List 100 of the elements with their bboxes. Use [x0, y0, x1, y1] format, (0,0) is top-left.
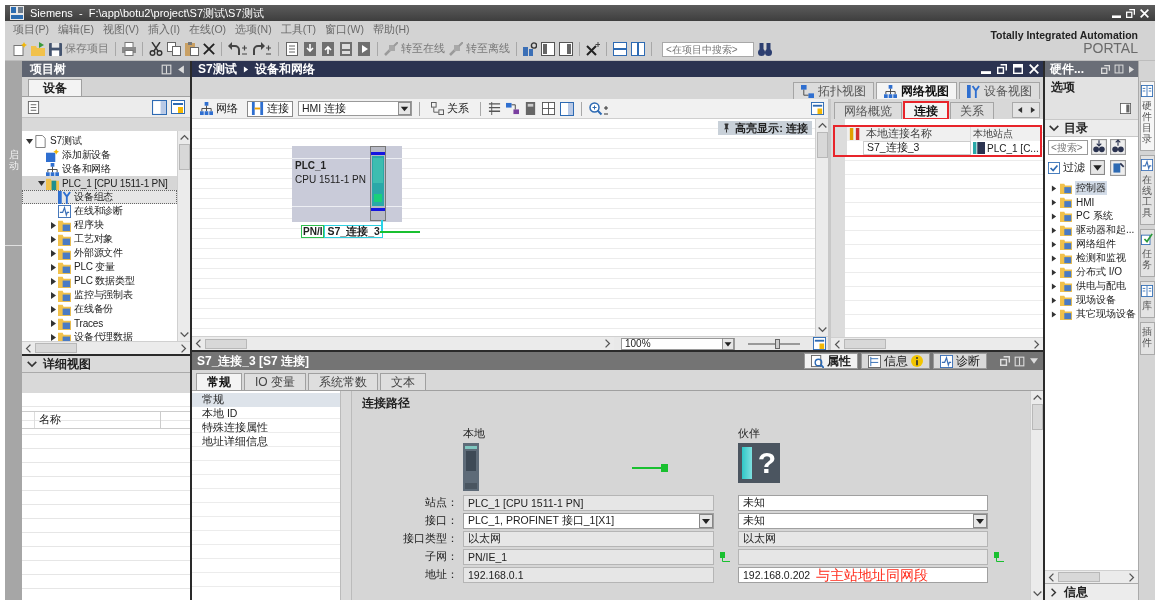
tree-item[interactable]: 监控与强制表 [22, 288, 177, 302]
arrow-down-icon[interactable] [817, 325, 827, 334]
side-tab[interactable]: 在线工具 [1139, 155, 1155, 225]
catalog-item-label[interactable]: 其它现场设备 [1075, 307, 1137, 321]
arrow-up-icon[interactable] [1032, 393, 1042, 402]
tree-item[interactable]: Traces [22, 316, 177, 330]
menu-item[interactable]: 编辑(E) [58, 23, 94, 37]
menu-item[interactable]: 在线(O) [188, 23, 227, 37]
triangle-right-icon[interactable] [1051, 296, 1057, 304]
table-cell[interactable]: S7_连接_3 [863, 141, 971, 155]
catalog-item-label[interactable]: PC 系统 [1075, 209, 1114, 223]
cross-icon[interactable] [586, 42, 600, 56]
triangle-right-icon[interactable] [1029, 106, 1036, 114]
side-tab[interactable]: 插件 [1139, 322, 1155, 355]
close-icon[interactable] [1029, 64, 1039, 74]
side-tab[interactable]: 硬件目录 [1139, 81, 1155, 151]
grid-icon[interactable] [542, 102, 555, 115]
arrow-up-icon[interactable] [817, 121, 827, 130]
chevron-right-icon[interactable] [1049, 587, 1058, 597]
triangle-right-icon[interactable] [49, 319, 57, 327]
tab[interactable]: 诊断 [933, 353, 987, 369]
dropdown[interactable]: 未知 [738, 513, 988, 529]
nav-item[interactable]: 本地 ID [192, 407, 340, 421]
triangle-right-icon[interactable] [49, 263, 57, 271]
arrow-down-icon[interactable] [179, 330, 189, 339]
nav-item[interactable]: 地址详细信息 [192, 435, 340, 449]
restore-icon[interactable] [1126, 8, 1135, 18]
binoculars-down-icon[interactable] [1091, 139, 1107, 155]
triangle-right-icon[interactable] [49, 291, 57, 299]
triangle-right-icon[interactable] [49, 221, 57, 229]
list-icon[interactable] [488, 102, 501, 115]
devices-icon[interactable] [523, 42, 537, 56]
nav-item[interactable]: 特殊连接属性 [192, 421, 340, 435]
table-icon[interactable] [813, 337, 826, 350]
catalog-item[interactable]: 检测和监视 [1045, 251, 1138, 265]
tree-item[interactable]: S7测试 [22, 134, 177, 148]
menu-item[interactable]: 工具(T) [280, 23, 317, 37]
tree-item[interactable]: 添加新设备 [22, 148, 177, 162]
tree-item[interactable]: 工艺对象 [22, 232, 177, 246]
arrow-right-icon[interactable] [1032, 339, 1041, 349]
catalog-item-label[interactable]: 控制器 [1075, 181, 1107, 195]
tree-item[interactable]: PLC 变量 [22, 260, 177, 274]
triangle-right-icon[interactable] [1051, 254, 1057, 262]
scrollbar-thumb[interactable] [205, 338, 247, 349]
view-tab[interactable]: 设备视图 [959, 82, 1040, 99]
redo-icon[interactable] [252, 42, 272, 56]
menu-item[interactable]: 帮助(H) [373, 23, 410, 37]
nav-item[interactable]: 常规 [192, 393, 340, 407]
menu-item[interactable]: 选项(N) [235, 23, 272, 37]
document-lines-icon[interactable] [27, 100, 40, 114]
download-icon[interactable] [303, 42, 317, 56]
triangle-right-icon[interactable] [49, 277, 57, 285]
tab[interactable]: 信息 [861, 353, 930, 369]
menu-item[interactable]: 项目(P) [13, 23, 49, 37]
cross-icon[interactable] [203, 43, 215, 55]
zoom-in-icon[interactable] [589, 101, 609, 116]
connection-type-dropdown[interactable]: HMI 连接 [298, 101, 412, 116]
tab[interactable]: 系统常数 [308, 373, 378, 390]
menu-item[interactable]: 插入(I) [148, 23, 180, 37]
edit-icon[interactable] [1110, 159, 1126, 176]
triangle-left-icon[interactable] [1016, 106, 1023, 114]
port-label[interactable]: PN/I [301, 225, 325, 238]
text-field[interactable]: 未知 [738, 495, 988, 511]
pane-layout-icon[interactable] [161, 63, 172, 75]
triangle-right-icon[interactable] [1051, 240, 1057, 248]
undo-icon[interactable] [228, 42, 248, 56]
plc-device[interactable]: PLC_1 CPU 1511-1 PN [292, 146, 402, 222]
side-tab[interactable]: 库 [1139, 281, 1155, 318]
side-tab[interactable]: 任务 [1139, 229, 1155, 277]
catalog-item[interactable]: HMI [1045, 195, 1138, 209]
zoom-dropdown[interactable]: 100% [621, 337, 735, 350]
tab[interactable]: 常规 [196, 373, 242, 390]
vertical-scrollbar[interactable] [1030, 391, 1043, 600]
device-block-icon[interactable] [524, 102, 537, 115]
catalog-item-label[interactable]: 现场设备 [1075, 293, 1117, 307]
arrow-left-icon[interactable] [194, 339, 203, 348]
scrollbar-thumb[interactable] [35, 343, 77, 353]
module-play-icon[interactable] [357, 42, 371, 56]
arrow-left-icon[interactable] [24, 343, 33, 353]
breadcrumb-item[interactable]: S7测试 [198, 60, 237, 78]
vertical-scrollbar[interactable] [177, 131, 190, 341]
tab[interactable]: 设备 [28, 79, 82, 96]
pane-layout-icon[interactable] [1014, 355, 1025, 367]
tab[interactable]: 关系 [950, 102, 994, 119]
catalog-item-label[interactable]: 驱动器和起... [1075, 223, 1136, 237]
new-document-icon[interactable] [13, 42, 27, 56]
catalog-item-label[interactable]: 分布式 I/O [1075, 265, 1124, 279]
scrollbar-thumb[interactable] [844, 339, 886, 349]
panel-icon[interactable] [1119, 103, 1132, 114]
catalog-item[interactable]: 分布式 I/O [1045, 265, 1138, 279]
table-cell[interactable]: PLC_1 [C... [987, 142, 1039, 154]
dropdown[interactable]: PLC_1, PROFINET 接口_1[X1] [463, 513, 714, 529]
triangle-right-icon[interactable] [1051, 226, 1057, 234]
triangle-left-icon[interactable] [177, 64, 185, 74]
tab[interactable]: IO 变量 [244, 373, 306, 390]
panel-right-icon[interactable] [152, 99, 167, 115]
tree-item[interactable]: 外部源文件 [22, 246, 177, 260]
chevron-down-icon[interactable] [1049, 123, 1059, 133]
scrollbar-thumb[interactable] [1031, 404, 1043, 430]
copy-icon[interactable] [167, 42, 181, 56]
